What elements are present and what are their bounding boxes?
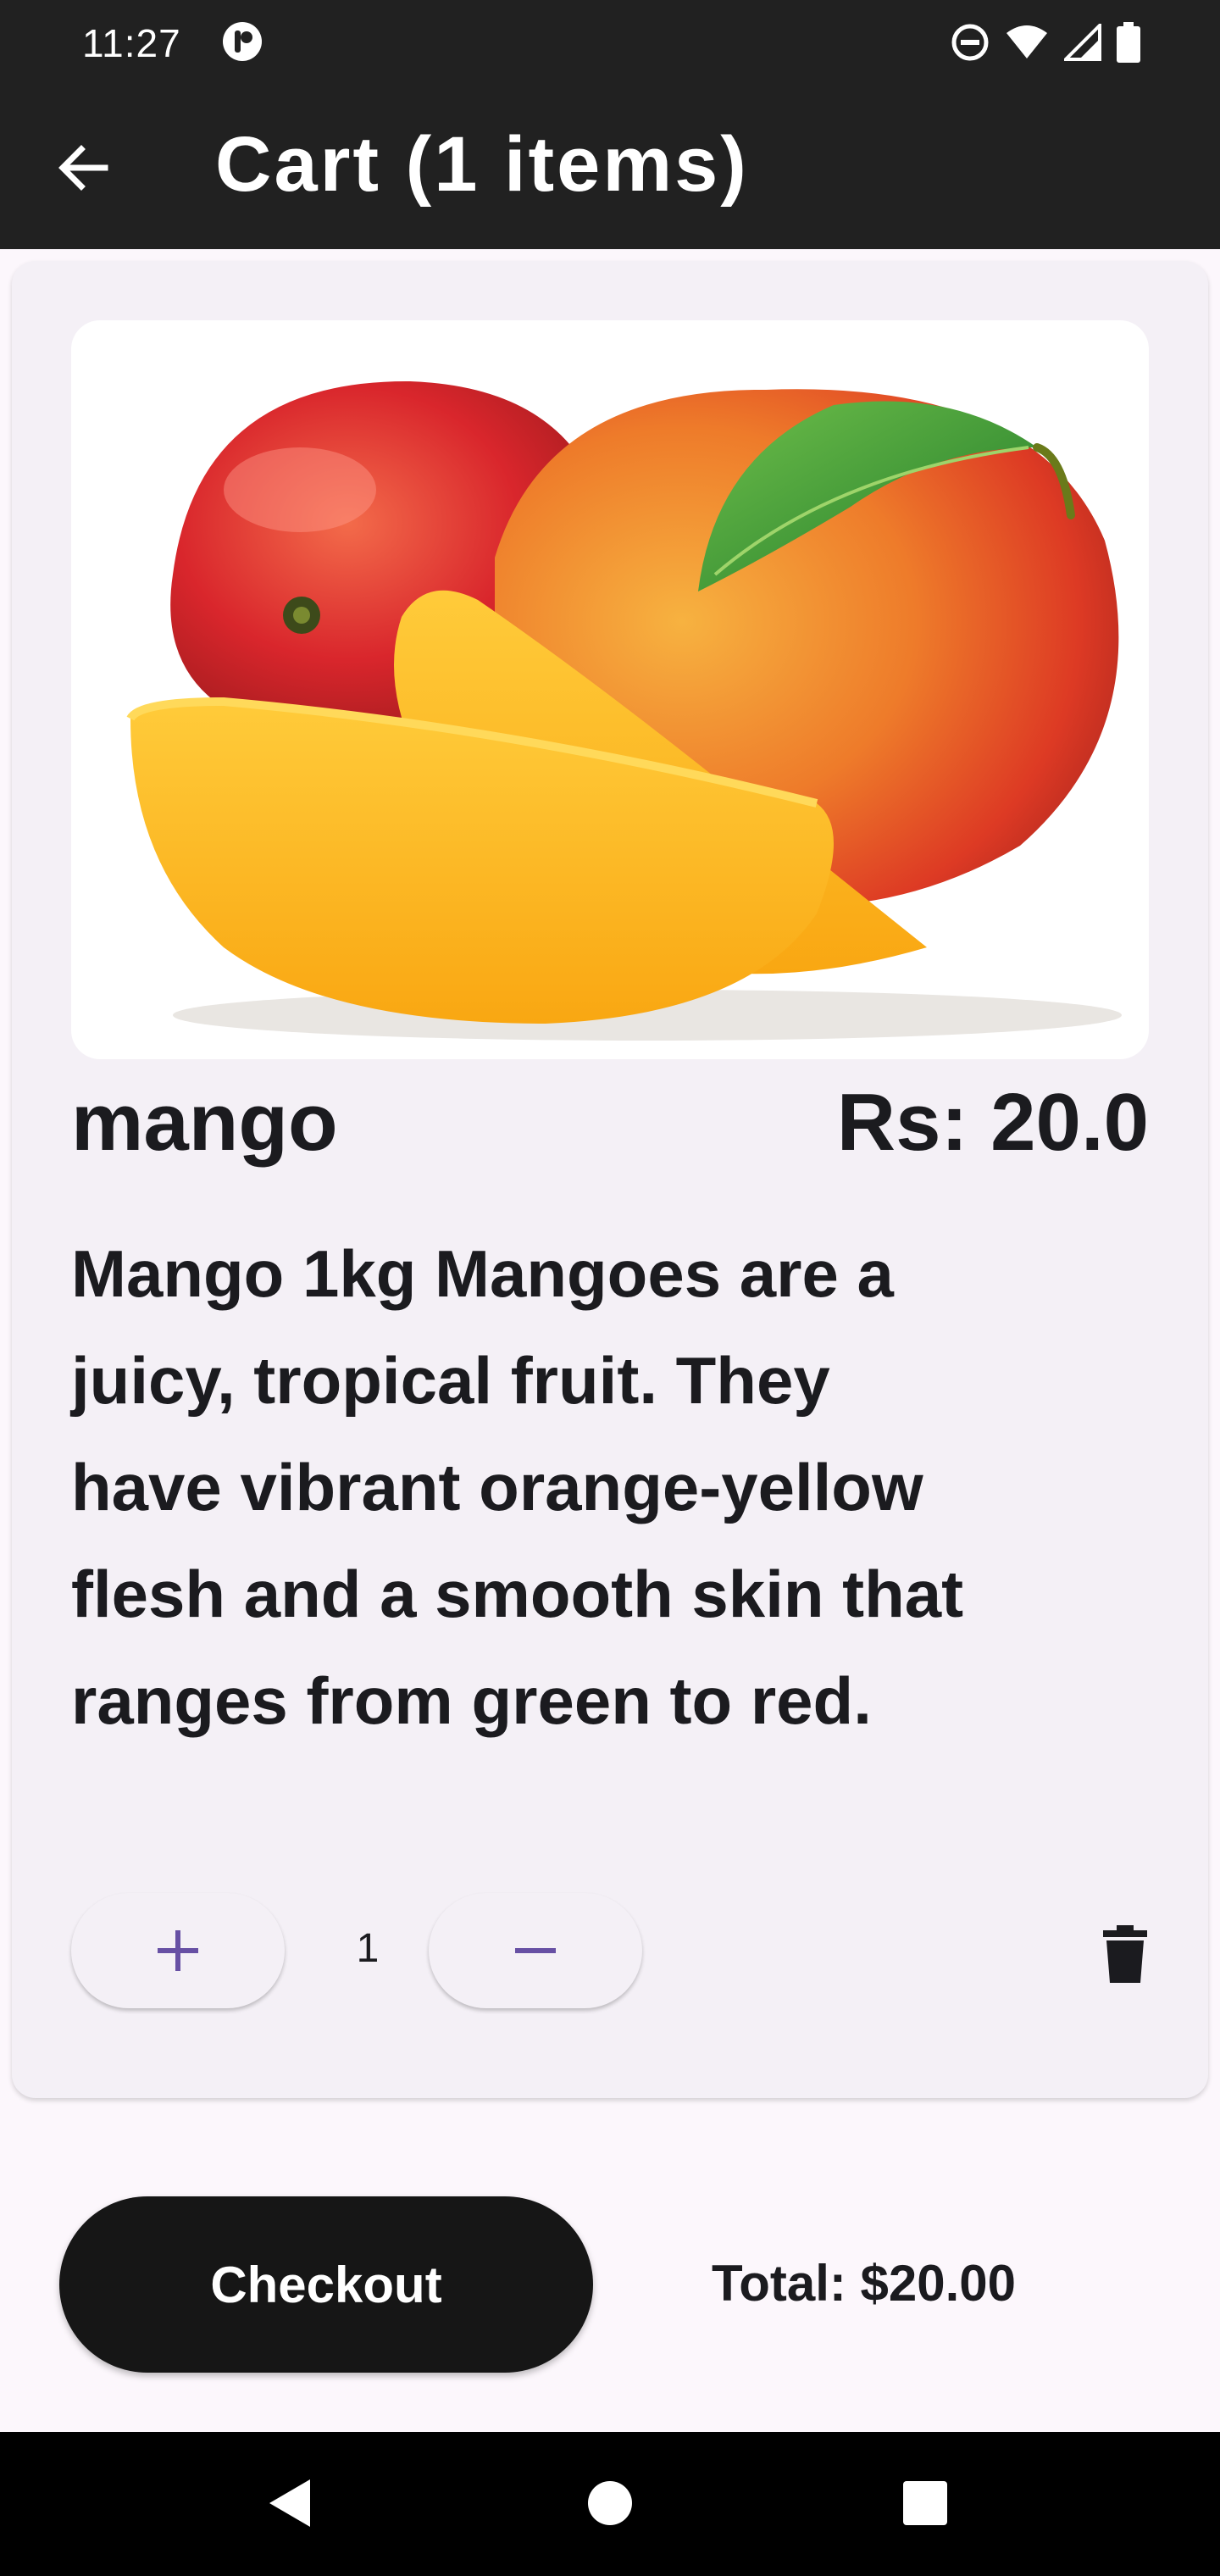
status-time: 11:27: [82, 21, 181, 65]
quantity-value: 1: [356, 1926, 380, 1971]
checkout-button[interactable]: Checkout: [59, 2196, 593, 2373]
minus-icon: [515, 1948, 556, 1953]
do-not-disturb-icon: [951, 24, 989, 61]
cart-item-card: mango Rs: 20.0 Mango 1kg Mangoes are a j…: [12, 261, 1208, 2098]
app-notification-icon: [223, 22, 262, 61]
arrow-back-icon: [58, 145, 108, 191]
cellular-signal-icon: [1064, 24, 1101, 61]
decrease-quantity-button[interactable]: [429, 1893, 642, 2008]
battery-icon: [1117, 22, 1140, 63]
delete-item-button[interactable]: [1088, 1917, 1162, 1991]
plus-icon: [158, 1930, 198, 1971]
back-button[interactable]: [49, 134, 117, 202]
wifi-icon: [1006, 25, 1047, 58]
product-description: Mango 1kg Mangoes are a juicy, tropical …: [71, 1236, 964, 1738]
status-bar: 11:27: [0, 0, 1220, 85]
app-bar: Cart (1 items): [0, 85, 1220, 249]
product-name: mango: [71, 1077, 338, 1168]
system-nav-bar: [0, 2432, 1220, 2576]
nav-back-icon[interactable]: [263, 2476, 317, 2530]
status-icons: [951, 22, 1140, 63]
increase-quantity-button[interactable]: [71, 1893, 285, 2008]
product-price: Rs: 20.0: [836, 1077, 1149, 1168]
cart-total: Total: $20.00: [712, 2255, 1017, 2312]
page-title: Cart (1 items): [215, 121, 749, 208]
mango-illustration: [126, 380, 1122, 1041]
nav-recents-icon[interactable]: [898, 2476, 952, 2530]
trash-icon: [1103, 1925, 1147, 1983]
nav-home-icon[interactable]: [583, 2476, 637, 2530]
product-image: [71, 320, 1149, 1059]
